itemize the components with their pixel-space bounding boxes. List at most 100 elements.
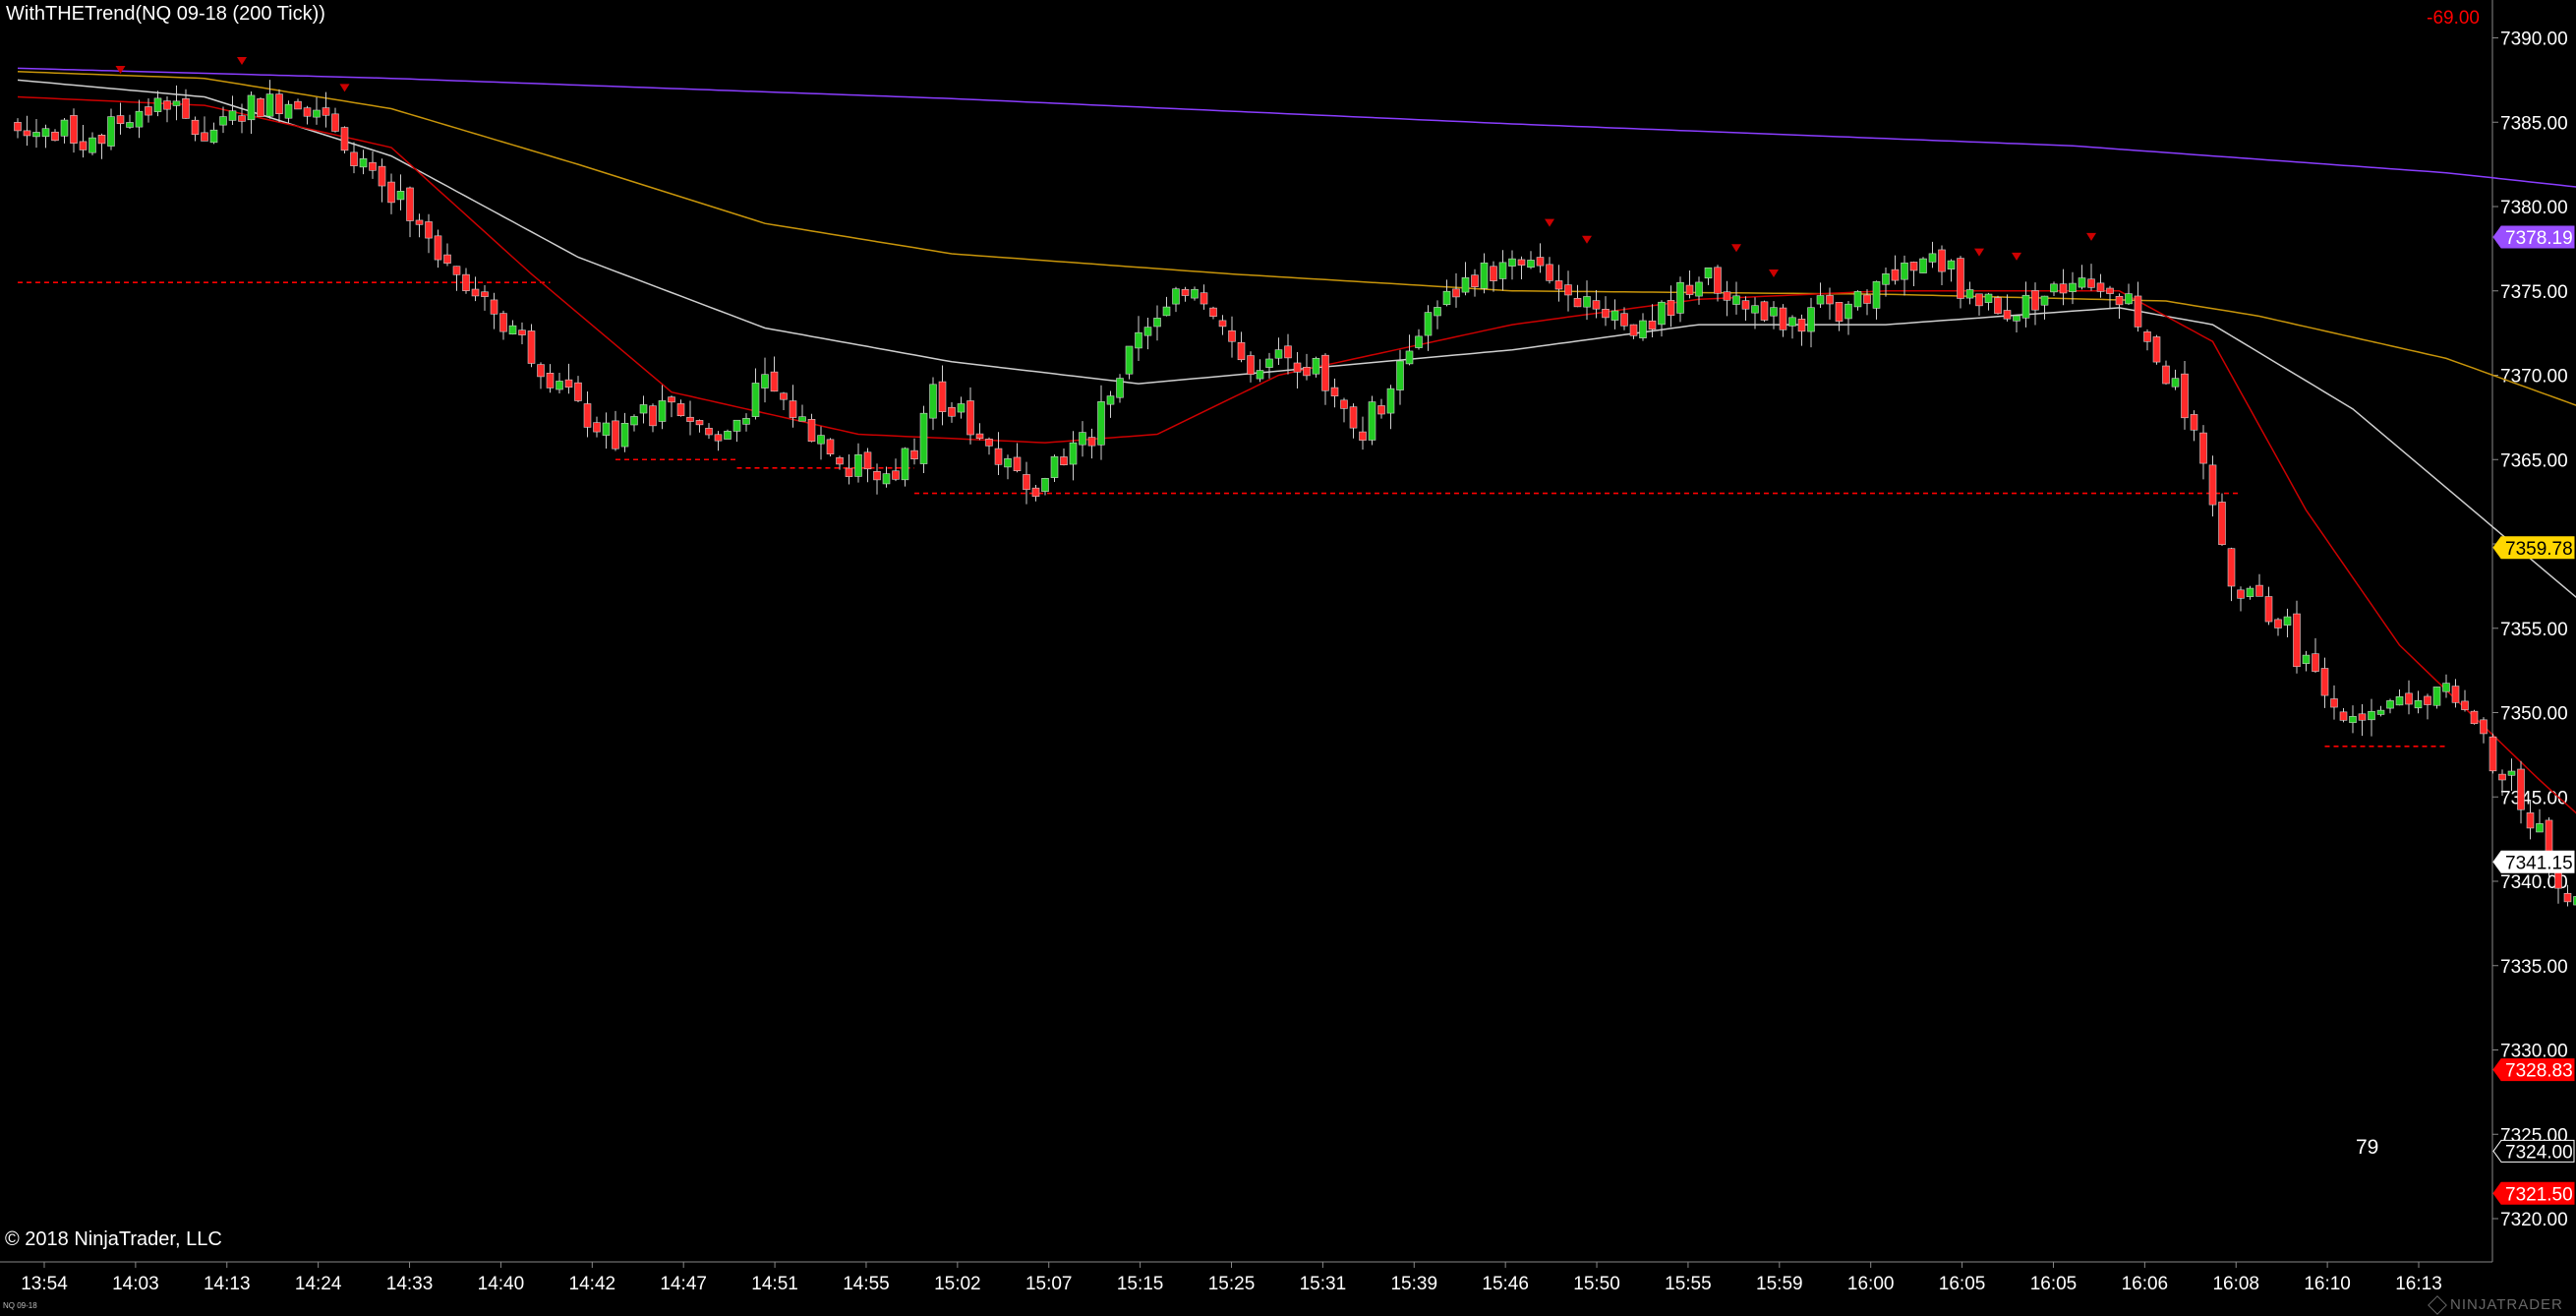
candle-body	[2069, 282, 2077, 292]
candle-body	[1536, 257, 1545, 267]
x-tick-label: 15:02	[934, 1274, 981, 1294]
candle-body	[564, 379, 573, 389]
candle-body	[1807, 307, 1815, 332]
y-tick-label: 7380.00	[2500, 198, 2568, 218]
candle-body	[191, 119, 200, 136]
candle-body	[1023, 474, 1030, 491]
candle-body	[1732, 295, 1740, 305]
candle-body	[2349, 716, 2357, 724]
candle-body	[546, 372, 555, 389]
sell-signal-icon	[1731, 244, 1741, 253]
x-tick-label: 15:39	[1390, 1274, 1437, 1294]
candle-body	[1704, 267, 1713, 279]
candle-body	[1835, 302, 1844, 323]
candle-body	[957, 403, 966, 413]
copyright-text: © 2018 NinjaTrader, LLC	[5, 1228, 222, 1250]
price-marker-label: 7328.83	[2505, 1061, 2573, 1082]
x-tick-label: 15:50	[1573, 1274, 1620, 1294]
candle-body	[2320, 668, 2329, 696]
candle-body	[2451, 686, 2460, 703]
candle-body	[1676, 281, 1684, 314]
candle-body	[1788, 317, 1796, 327]
candle-body	[2358, 713, 2367, 721]
candle-body	[854, 453, 862, 477]
x-tick-label: 15:25	[1208, 1274, 1256, 1294]
candle-body	[70, 115, 78, 144]
candle-body	[2003, 310, 2012, 320]
candle-body	[2125, 293, 2133, 305]
sell-signal-icon	[2086, 232, 2096, 241]
candle-body	[975, 433, 984, 440]
candle-body	[1303, 367, 1311, 377]
candle-body	[1648, 320, 1657, 330]
candle-body	[443, 254, 451, 264]
sell-signal-icon	[1582, 235, 1592, 244]
candle-body	[1452, 288, 1460, 298]
candle-body	[1723, 291, 1731, 301]
candle-body	[1901, 262, 1908, 280]
candle-body	[41, 128, 50, 138]
candle-body	[761, 374, 769, 389]
candle-body	[126, 122, 134, 128]
candle-body	[2190, 414, 2198, 431]
candle-body	[135, 110, 144, 128]
candle-body	[2096, 282, 2105, 292]
candle-body	[1228, 329, 1236, 342]
candle-body	[938, 381, 947, 412]
candle-body	[2526, 812, 2535, 829]
candle-body	[612, 420, 619, 449]
candle-body	[2330, 698, 2338, 708]
price-chart[interactable]: 7320.007325.007330.007335.007340.007345.…	[0, 0, 2576, 1316]
candle-body	[2312, 653, 2319, 672]
x-tick-label: 14:47	[660, 1274, 707, 1294]
candle-body	[1172, 288, 1180, 305]
candle-body	[1293, 362, 1302, 373]
candle-body	[1359, 431, 1367, 441]
candle-body	[1695, 281, 1703, 297]
candle-body	[2134, 295, 2142, 328]
sell-signal-icon	[115, 66, 126, 75]
x-tick-label: 14:40	[478, 1274, 525, 1294]
price-marker-label: 7321.50	[2505, 1184, 2573, 1205]
candle-body	[1994, 297, 2002, 315]
candle-body	[1490, 266, 1497, 281]
candle-body	[1573, 297, 1582, 308]
candle-body	[2386, 700, 2394, 709]
y-tick-label: 7350.00	[2500, 704, 2568, 725]
candle-body	[695, 420, 704, 426]
candle-body	[2274, 619, 2282, 628]
candle-body	[387, 181, 395, 204]
candle-body	[770, 371, 779, 392]
candle-body	[1844, 303, 1852, 320]
candle-body	[1013, 456, 1022, 471]
candle-body	[1125, 345, 1134, 375]
candle-body	[23, 130, 31, 137]
instrument-label-small: NQ 09-18	[3, 1301, 37, 1310]
candle-body	[2442, 683, 2450, 692]
price-marker-label: 7341.15	[2505, 853, 2573, 873]
candle-body	[228, 110, 237, 121]
candle-body	[1984, 293, 1993, 303]
candle-body	[1592, 300, 1601, 310]
candle-body	[1143, 327, 1152, 336]
candle-body	[1424, 312, 1433, 336]
candle-body	[1826, 295, 1834, 305]
candle-body	[1349, 406, 1358, 429]
candle-body	[1975, 293, 1983, 307]
candle-body	[602, 422, 611, 436]
candle-body	[863, 451, 872, 470]
candle-body	[742, 418, 750, 425]
candle-body	[798, 416, 806, 422]
candle-body	[2106, 287, 2114, 294]
x-tick-label: 16:10	[2304, 1274, 2351, 1294]
candle-body	[2031, 290, 2039, 311]
candle-body	[275, 93, 283, 115]
tick-counter: 79	[2356, 1136, 2379, 1159]
candle-body	[2078, 277, 2086, 288]
sell-signal-icon	[1545, 218, 1554, 227]
candle-body	[2227, 548, 2236, 587]
moving-average-red	[17, 95, 2576, 814]
candle-body	[807, 419, 816, 442]
candle-body	[2498, 773, 2506, 781]
candle-body	[2255, 584, 2263, 597]
